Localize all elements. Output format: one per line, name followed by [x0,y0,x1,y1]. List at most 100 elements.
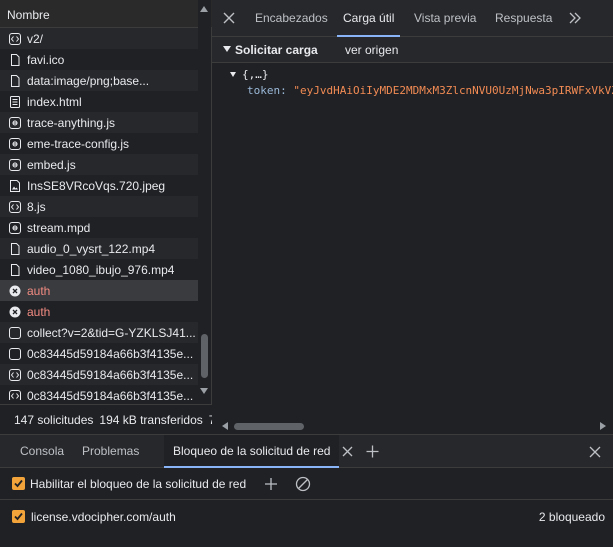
close-tab-icon[interactable] [342,446,353,457]
file-icon [9,74,21,87]
payload-property-row: token: "eyJvdHAiOiIyMDE2MDMxM3ZlcnNVU0Uz… [247,84,613,97]
request-name: eme-trace-config.js [27,136,130,151]
payload-object-node[interactable]: {,…} [230,68,269,81]
scroll-left-arrow-icon[interactable] [222,422,228,430]
checkbox-icon [9,347,21,360]
name-column-label: Nombre [7,8,50,22]
image-icon [9,179,21,192]
request-name: v2/ [27,31,44,46]
file-icon [9,53,21,66]
request-name: InsSE8VRcoVqs.720.jpeg [27,178,166,193]
request-count: 147 solicitudes [14,412,94,427]
request-row[interactable]: video_1080_ibujo_976.mp4 [0,259,198,280]
request-name: index.html [27,94,82,109]
add-tab-plus-icon[interactable] [366,445,379,458]
object-summary: {,…} [242,68,269,81]
request-name: collect?v=2&tid=G-YZKLSJ41... [27,325,196,340]
script-icon [9,137,21,150]
request-name: auth [27,283,51,298]
request-row[interactable]: v2/ [0,28,198,49]
request-row[interactable]: favi.ico [0,49,198,70]
error-icon [9,285,21,297]
request-row[interactable]: auth [0,280,198,301]
request-name: audio_0_vysrt_122.mp4 [27,241,156,256]
detail-horizontal-scrollbar[interactable] [212,418,613,434]
file-icon [9,242,21,255]
request-name: video_1080_ibujo_976.mp4 [27,262,175,277]
add-pattern-plus-icon[interactable] [264,477,278,491]
enable-blocking-label[interactable]: Habilitar el bloqueo de la solicitud de … [30,477,246,491]
tab-preview[interactable]: Vista previa [414,0,476,37]
request-row[interactable]: index.html [0,91,198,112]
request-name: 0c83445d59184a66b3f4135e... [27,367,194,382]
request-name: trace-anything.js [27,115,116,130]
transferred-size: 194 kB transferidos [99,412,203,427]
request-row[interactable]: 0c83445d59184a66b3f4135e... [0,385,198,400]
close-drawer-icon[interactable] [589,446,601,458]
tab-payload[interactable]: Carga útil [336,0,401,37]
code-icon [9,200,21,213]
scroll-down-arrow-icon[interactable] [200,388,208,394]
pattern-checkbox[interactable] [12,510,25,523]
scroll-up-arrow-icon[interactable] [200,6,208,12]
list-scrollbar[interactable] [198,0,211,400]
request-row[interactable]: 8.js [0,196,198,217]
blocked-pattern-row[interactable]: license.vdocipher.com/auth 2 bloqueado [0,500,613,532]
request-list-panel: Nombre v2/favi.ico data:image/png;base...… [0,0,212,434]
request-row[interactable]: collect?v=2&tid=G-YZKLSJ41... [0,322,198,343]
blocked-pattern-url: license.vdocipher.com/auth [31,510,176,524]
document-icon [9,95,21,108]
code-icon [9,368,21,381]
request-row[interactable]: stream.mpd [0,217,198,238]
payload-tree: {,…} token: "eyJvdHAiOiIyMDE2MDMxM3ZlcnN… [212,63,613,418]
drawer-tabbar: Consola Problemas Bloqueo de la solicitu… [0,434,613,468]
clear-patterns-icon[interactable] [295,476,311,492]
request-row[interactable]: data:image/png;base... [0,70,198,91]
code-icon [9,32,21,45]
script-icon [9,158,21,171]
request-row[interactable]: trace-anything.js [0,112,198,133]
request-row[interactable]: embed.js [0,154,198,175]
request-name: data:image/png;base... [27,73,150,88]
script-icon [9,116,21,129]
checkbox-icon [9,326,21,339]
expand-triangle-icon[interactable] [230,72,236,77]
script-icon [9,221,21,234]
tab-network-request-blocking[interactable]: Bloqueo de la solicitud de red [164,435,340,468]
more-tabs-chevron-icon[interactable] [568,11,582,25]
close-detail-icon[interactable] [222,11,236,25]
request-detail-panel: Encabezados Carga útil Vista previa Resp… [212,0,613,434]
request-rows: v2/favi.ico data:image/png;base... index.h… [0,28,198,400]
code-icon [9,389,21,400]
enable-blocking-checkbox[interactable] [12,477,25,490]
request-name: embed.js [27,157,76,172]
collapse-triangle-icon[interactable] [223,46,231,52]
request-row[interactable]: eme-trace-config.js [0,133,198,154]
drawer-empty-area [0,532,613,547]
request-row[interactable]: 0c83445d59184a66b3f4135e... [0,364,198,385]
request-name: 8.js [27,199,46,214]
payload-section-header[interactable]: Solicitar carga ver origen [212,37,613,63]
tab-response[interactable]: Respuesta [495,0,552,37]
request-row[interactable]: InsSE8VRcoVqs.720.jpeg [0,175,198,196]
request-row[interactable]: auth [0,301,198,322]
view-source-link[interactable]: ver origen [345,43,398,57]
tab-headers[interactable]: Encabezados [255,0,328,37]
request-row[interactable]: audio_0_vysrt_122.mp4 [0,238,198,259]
request-name: 0c83445d59184a66b3f4135e... [27,346,194,361]
request-name: 0c83445d59184a66b3f4135e... [27,388,194,401]
tab-console[interactable]: Consola [20,435,64,468]
list-scroll-thumb[interactable] [201,334,208,378]
network-status-bar: 147 solicitudes 194 kB transferidos 7 [0,404,212,434]
checkmark-icon [14,479,23,488]
property-key: token: [247,84,287,97]
property-value: "eyJvdHAiOiIyMDE2MDMxM3ZlcnNVU0UzMjNwa3p… [293,84,613,97]
tab-issues[interactable]: Problemas [82,435,139,468]
request-row[interactable]: 0c83445d59184a66b3f4135e... [0,343,198,364]
scroll-right-arrow-icon[interactable] [600,422,606,430]
horizontal-scroll-thumb[interactable] [234,423,304,430]
request-name: favi.ico [27,52,65,67]
error-icon [9,306,21,318]
list-column-header[interactable]: Nombre [0,0,212,28]
blocking-toolbar: Habilitar el bloqueo de la solicitud de … [0,468,613,500]
